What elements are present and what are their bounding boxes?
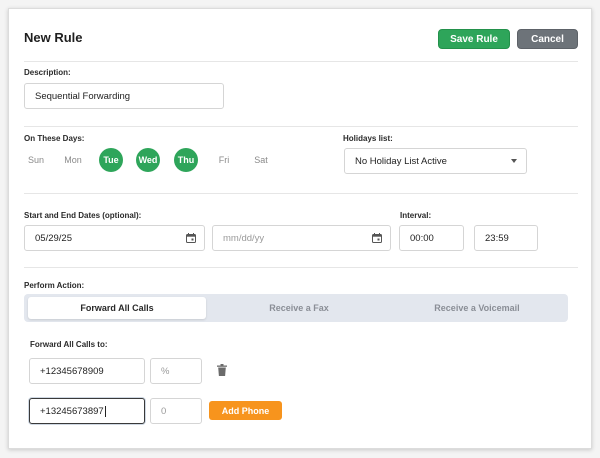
interval-start-input[interactable]: 00:00 — [399, 225, 464, 251]
calendar-icon[interactable] — [372, 233, 382, 243]
days-label: On These Days: — [24, 134, 85, 143]
interval-end-input[interactable]: 23:59 — [474, 225, 538, 251]
end-date-placeholder: mm/dd/yy — [223, 232, 265, 244]
tab-forward-all-calls[interactable]: Forward All Calls — [28, 297, 206, 319]
add-phone-button[interactable]: Add Phone — [209, 401, 282, 420]
forward-phone-input[interactable]: +12345678909 — [29, 358, 145, 384]
text-cursor — [104, 405, 106, 417]
new-rule-panel: New Rule Save Rule Cancel Description: S… — [8, 8, 592, 449]
tab-receive-voicemail[interactable]: Receive a Voicemail — [388, 297, 566, 319]
calendar-icon[interactable] — [186, 233, 196, 243]
day-tue[interactable]: Tue — [99, 148, 123, 172]
action-tabs: Forward All Calls Receive a Fax Receive … — [24, 294, 568, 322]
save-rule-button[interactable]: Save Rule — [438, 29, 510, 49]
day-thu[interactable]: Thu — [174, 148, 198, 172]
tab-receive-fax[interactable]: Receive a Fax — [210, 297, 388, 319]
divider — [24, 61, 578, 62]
page-title: New Rule — [24, 30, 83, 45]
holidays-select[interactable]: No Holiday List Active — [344, 148, 527, 174]
day-fri[interactable]: Fri — [212, 148, 236, 172]
forward-phone-input[interactable]: +13245673897 — [29, 398, 145, 424]
day-mon[interactable]: Mon — [61, 148, 85, 172]
start-date-input[interactable]: 05/29/25 — [24, 225, 205, 251]
forward-percent-input[interactable]: % — [150, 358, 202, 384]
day-sun[interactable]: Sun — [24, 148, 48, 172]
cancel-button[interactable]: Cancel — [517, 29, 578, 49]
trash-icon[interactable] — [217, 364, 227, 376]
holidays-label: Holidays list: — [343, 134, 393, 143]
forward-phone-value: +13245673897 — [40, 405, 104, 417]
holidays-selected-value: No Holiday List Active — [355, 155, 447, 167]
interval-label: Interval: — [400, 211, 432, 220]
dates-label: Start and End Dates (optional): — [24, 211, 142, 220]
divider — [24, 193, 578, 194]
description-input[interactable]: Sequential Forwarding — [24, 83, 224, 109]
chevron-down-icon — [511, 159, 517, 163]
start-date-value: 05/29/25 — [35, 232, 72, 244]
forward-calls-label: Forward All Calls to: — [30, 340, 108, 349]
forward-percent-input[interactable]: 0 — [150, 398, 202, 424]
end-date-input[interactable]: mm/dd/yy — [212, 225, 391, 251]
description-label: Description: — [24, 68, 71, 77]
perform-action-label: Perform Action: — [24, 281, 85, 290]
day-wed[interactable]: Wed — [136, 148, 160, 172]
divider — [24, 267, 578, 268]
day-sat[interactable]: Sat — [249, 148, 273, 172]
divider — [24, 126, 578, 127]
